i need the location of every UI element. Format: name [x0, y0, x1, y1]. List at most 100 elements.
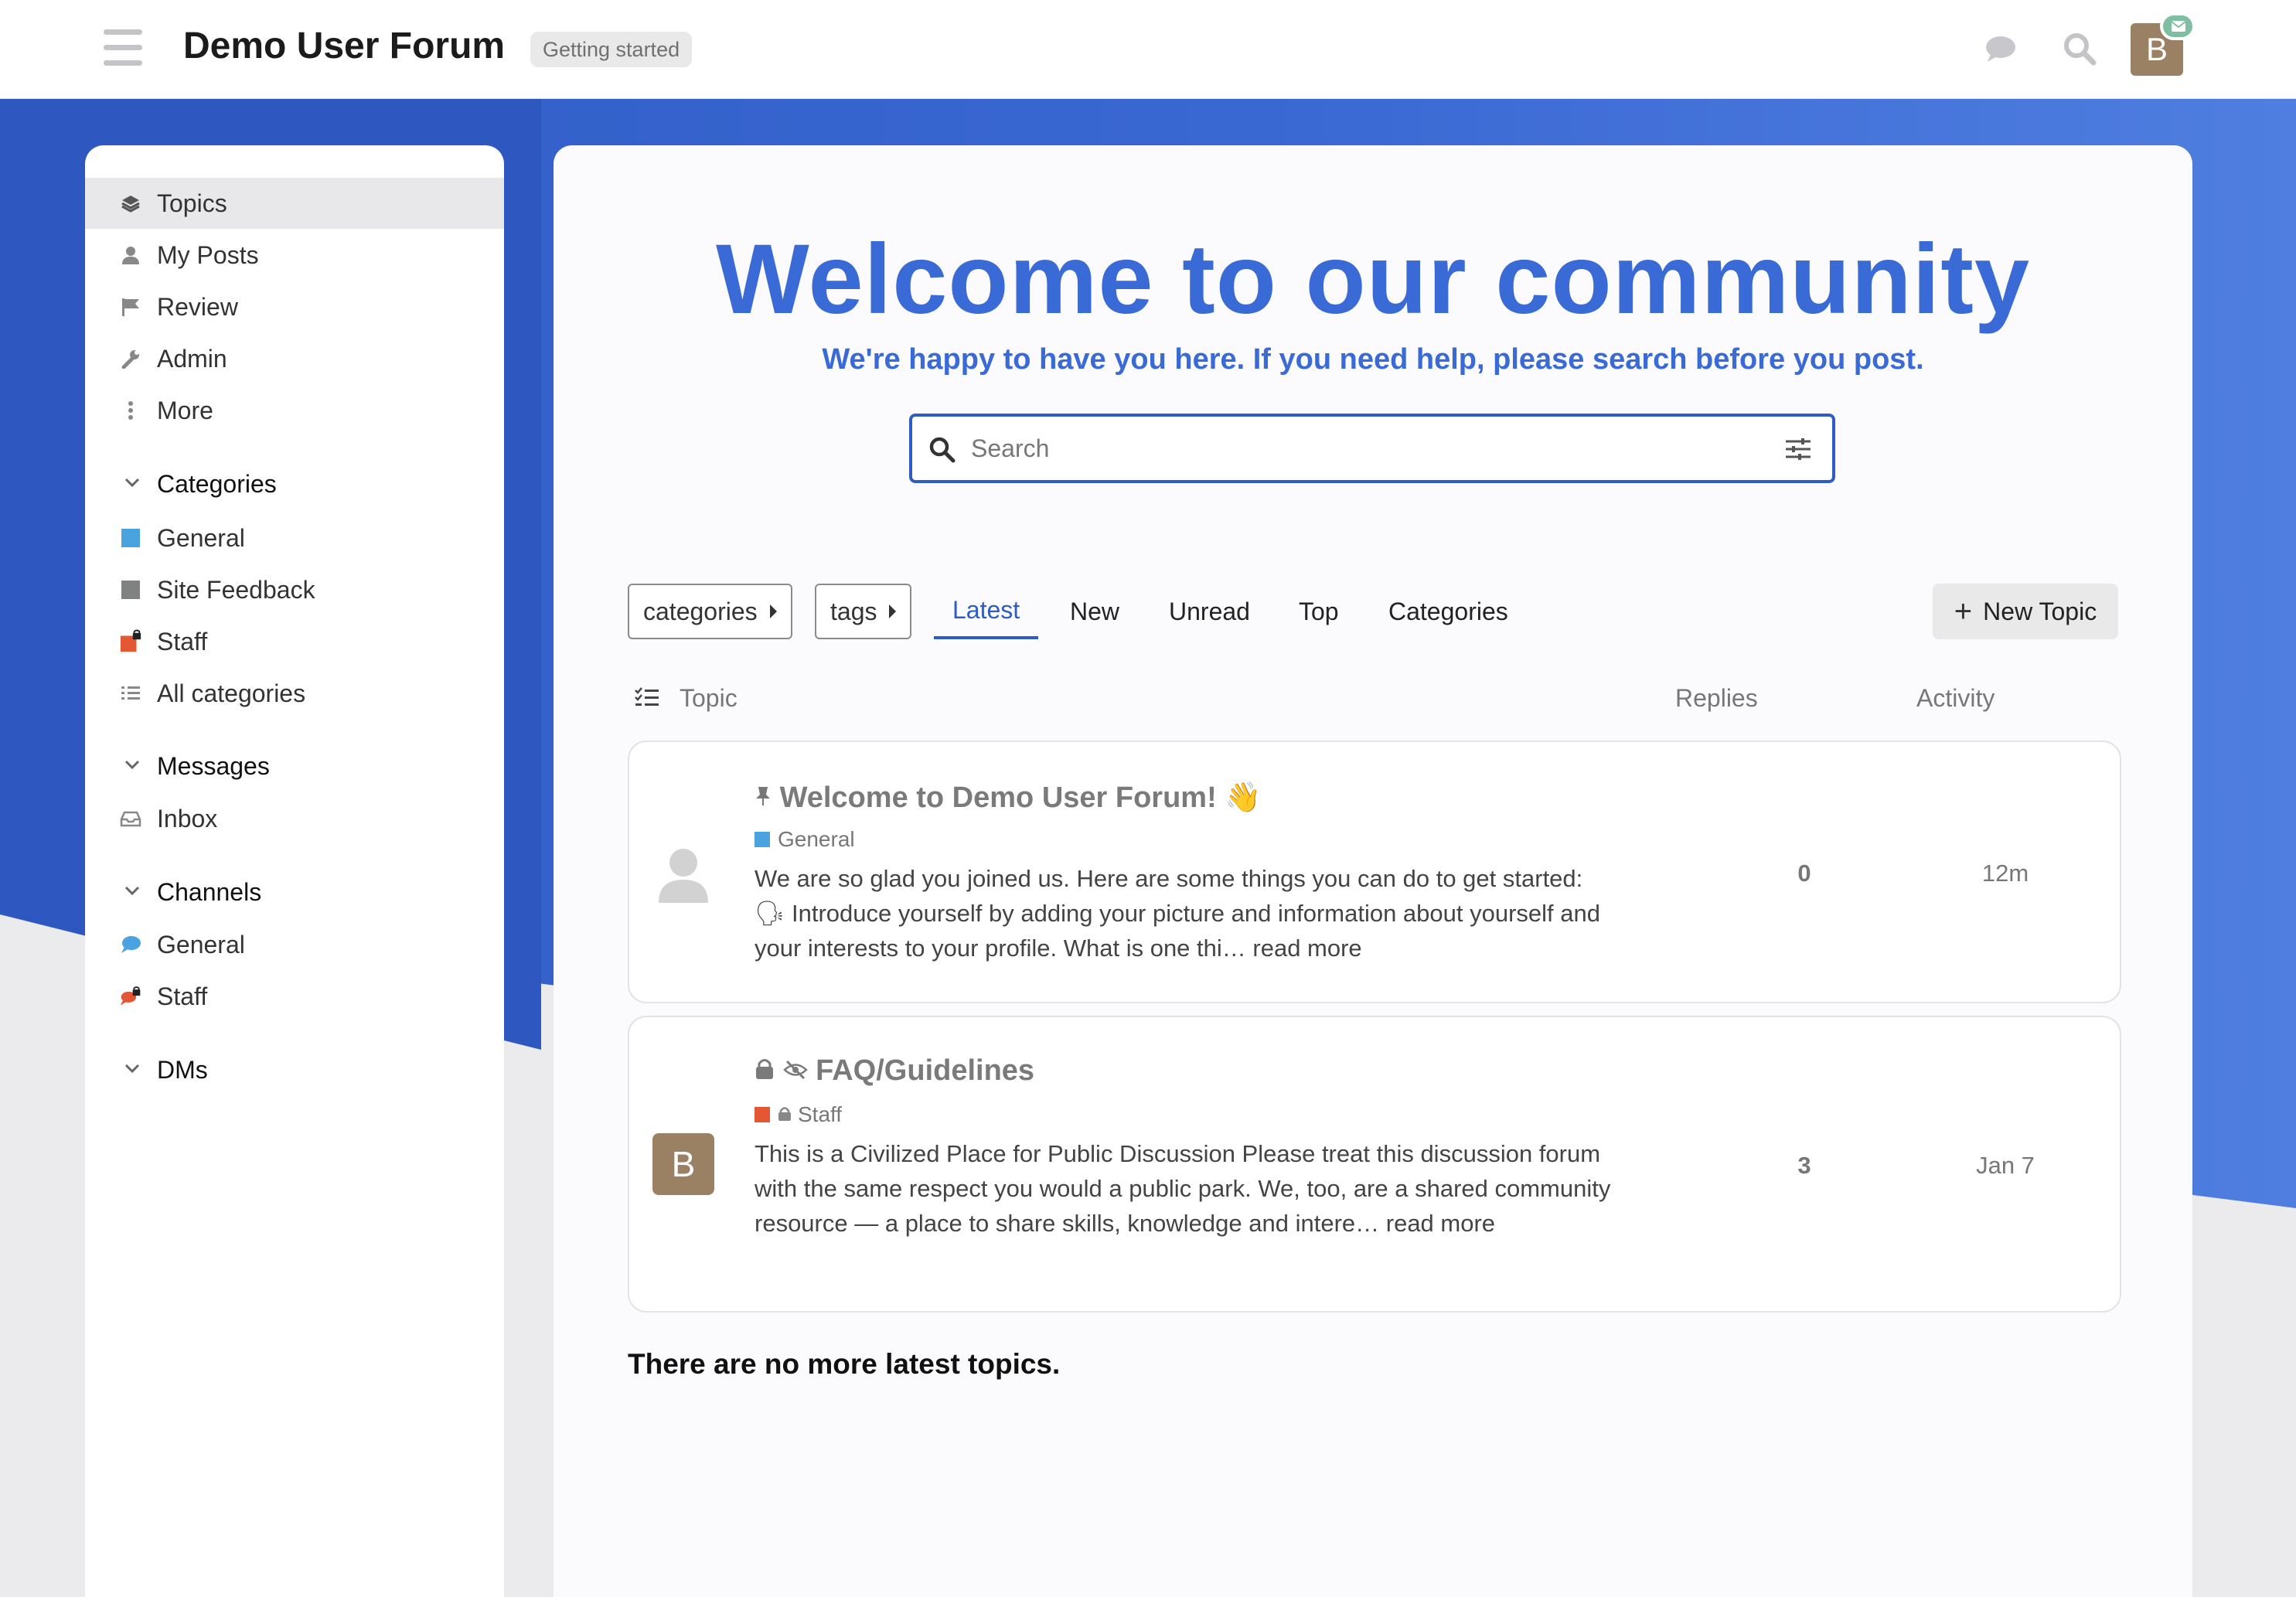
unlisted-eye-slash-icon [782, 1054, 808, 1087]
sidebar-section-dms[interactable]: DMs [85, 1047, 504, 1093]
sidebar-item-general[interactable]: General [85, 512, 504, 564]
excerpt-text: We are so glad you joined us. Here are s… [755, 865, 1583, 892]
plus-icon: + [1954, 594, 1973, 628]
speaking-head-emoji: 🗣 [755, 900, 785, 927]
sidebar-item-staff[interactable]: Staff [85, 616, 504, 667]
column-header-topic[interactable]: Topic [680, 684, 738, 713]
sidebar-item-channel-general[interactable]: General [85, 919, 504, 970]
topic-excerpt: We are so glad you joined us. Here are s… [755, 861, 1620, 965]
category-square-icon [119, 526, 142, 550]
caret-right-icon [889, 604, 897, 618]
new-topic-label: New Topic [1983, 597, 2097, 625]
search-bar [909, 414, 1835, 483]
topic-category-badge[interactable]: Staff [755, 1102, 842, 1127]
tab-unread[interactable]: Unread [1169, 584, 1250, 639]
inbox-icon [119, 807, 142, 830]
sidebar-item-label: Admin [157, 344, 227, 373]
sidebar: Topics My Posts Review Admin More Catego… [85, 145, 504, 1597]
hero-subtitle: We're happy to have you here. If you nee… [822, 343, 1924, 376]
no-more-topics-message: There are no more latest topics. [628, 1348, 1061, 1380]
search-icon[interactable] [2060, 29, 2099, 68]
sidebar-section-categories[interactable]: Categories [85, 461, 504, 507]
lock-icon [778, 1102, 792, 1127]
column-header-replies[interactable]: Replies [1675, 684, 1758, 713]
sidebar-item-channel-staff[interactable]: Staff [85, 971, 504, 1022]
lock-icon [755, 1054, 775, 1087]
read-more-link[interactable]: read more [1386, 1210, 1495, 1237]
dropdown-label: categories [643, 597, 758, 625]
categories-dropdown[interactable]: categories [628, 584, 792, 639]
topic-activity[interactable]: Jan 7 [1959, 1152, 2052, 1180]
chevron-down-icon [124, 1063, 141, 1078]
sidebar-item-admin[interactable]: Admin [85, 333, 504, 384]
caret-right-icon [769, 604, 777, 618]
tab-categories[interactable]: Categories [1388, 584, 1508, 639]
sidebar-item-label: Review [157, 292, 238, 321]
mail-icon[interactable] [2160, 12, 2196, 40]
sidebar-item-label: Site Feedback [157, 575, 315, 604]
tags-dropdown[interactable]: tags [815, 584, 912, 639]
tab-new[interactable]: New [1070, 584, 1119, 639]
column-header-activity[interactable]: Activity [1916, 684, 1995, 713]
site-title[interactable]: Demo User Forum [183, 25, 505, 67]
topic-title[interactable]: Welcome to Demo User Forum! 👋 [755, 781, 1262, 815]
topic-title[interactable]: FAQ/Guidelines [755, 1054, 1034, 1088]
category-label: General [778, 827, 855, 851]
sidebar-item-label: My Posts [157, 240, 259, 269]
sidebar-item-my-posts[interactable]: My Posts [85, 230, 504, 281]
chevron-down-icon [124, 477, 141, 492]
sidebar-item-label: General [157, 523, 245, 552]
sidebar-item-label: General [157, 930, 245, 959]
hero-title: Welcome to our community [715, 224, 2031, 335]
flag-icon [119, 295, 142, 318]
section-heading: Channels [157, 877, 262, 906]
sidebar-item-inbox[interactable]: Inbox [85, 793, 504, 844]
sidebar-item-all-categories[interactable]: All categories [85, 668, 504, 719]
search-input[interactable] [971, 431, 1744, 466]
topic-activity[interactable]: 12m [1959, 860, 2052, 887]
chevron-down-icon [124, 885, 141, 900]
topic-row[interactable]: Welcome to Demo User Forum! 👋 General We… [628, 741, 2121, 1003]
tab-latest[interactable]: Latest [934, 584, 1039, 639]
read-more-link[interactable]: read more [1252, 935, 1361, 962]
filter-sliders-icon[interactable] [1784, 437, 1812, 465]
locked-chat-bubble-icon [119, 985, 142, 1008]
avatar[interactable]: B [652, 1133, 714, 1195]
menu-icon[interactable] [104, 29, 142, 66]
sidebar-item-review[interactable]: Review [85, 281, 504, 332]
section-heading: DMs [157, 1055, 208, 1084]
topic-category-badge[interactable]: General [755, 827, 855, 852]
category-label: Staff [798, 1102, 843, 1126]
category-square-icon [119, 578, 142, 601]
chat-bubble-icon[interactable] [1981, 29, 2020, 68]
sidebar-section-messages[interactable]: Messages [85, 743, 504, 789]
sidebar-section-channels[interactable]: Channels [85, 869, 504, 915]
section-heading: Categories [157, 469, 277, 498]
getting-started-badge[interactable]: Getting started [530, 32, 693, 67]
sidebar-item-topics[interactable]: Topics [85, 178, 504, 229]
sidebar-item-label: Staff [157, 627, 208, 655]
new-topic-button[interactable]: + New Topic [1933, 584, 2118, 639]
sidebar-item-more[interactable]: More [85, 385, 504, 436]
sidebar-item-label: Staff [157, 982, 208, 1010]
locked-category-icon [119, 629, 142, 653]
sidebar-item-label: Inbox [157, 804, 218, 833]
tab-top[interactable]: Top [1299, 584, 1339, 639]
list-icon [119, 682, 142, 705]
topic-replies-count[interactable]: 3 [1773, 1152, 1835, 1180]
sidebar-item-site-feedback[interactable]: Site Feedback [85, 564, 504, 615]
pin-icon [755, 781, 772, 814]
topic-row[interactable]: B FAQ/Guidelines Staff This is a Civiliz… [628, 1016, 2121, 1313]
site-header: Demo User Forum Getting started B [0, 0, 2296, 99]
search-icon [928, 435, 957, 468]
topic-replies-count[interactable]: 0 [1773, 860, 1835, 887]
excerpt-text: Introduce yourself by adding your pictur… [755, 900, 1600, 962]
ellipsis-vertical-icon [119, 399, 142, 422]
main-content: Welcome to our community We're happy to … [554, 145, 2192, 1597]
dropdown-label: tags [830, 597, 877, 625]
default-avatar-icon[interactable] [652, 843, 714, 904]
sidebar-item-label: Topics [157, 189, 227, 217]
bulk-select-icon[interactable] [634, 686, 660, 713]
topic-title-text: FAQ/Guidelines [816, 1054, 1035, 1087]
chevron-down-icon [124, 759, 141, 774]
